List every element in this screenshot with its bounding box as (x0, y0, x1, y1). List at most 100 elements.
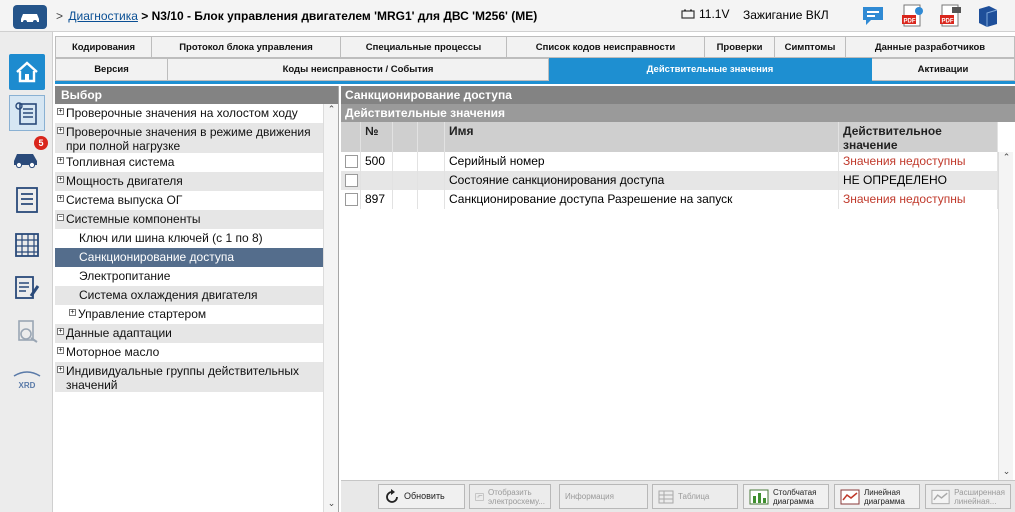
breadcrumb-link-diagnostics[interactable]: Диагностика (68, 9, 138, 23)
cell-empty (418, 152, 445, 171)
tree-item[interactable]: + Управление стартером (55, 305, 323, 324)
tab-fault-codes-events[interactable]: Коды неисправности / События (168, 58, 549, 81)
tree-item[interactable]: Ключ или шина ключей (с 1 по 8) (55, 229, 323, 248)
tree-item-label: Проверочные значения в режиме движения п… (66, 125, 311, 153)
cell-name: Санкционирование доступа Разрешение на з… (445, 190, 839, 209)
extended-line-chart-button[interactable]: Расширенная линейная... (925, 484, 1011, 509)
table-row[interactable]: Состояние санкционирования доступа НЕ ОПР… (341, 171, 998, 190)
selection-scrollbar[interactable]: ⌃ ⌄ (323, 104, 338, 512)
tree-item[interactable]: + Моторное масло (55, 343, 323, 362)
refresh-label: Обновить (404, 491, 445, 501)
breadcrumb: > Диагностика > N3/10 - Блок управления … (56, 9, 537, 23)
vehicle-home-button[interactable] (13, 5, 47, 29)
table-row[interactable]: 897 Санкционирование доступа Разрешение н… (341, 190, 998, 209)
cell-checkbox (341, 152, 361, 171)
refresh-button[interactable]: Обновить (378, 484, 465, 509)
xrd-label: XRD (18, 380, 36, 390)
tree-item-label: Ключ или шина ключей (с 1 по 8) (79, 231, 263, 245)
car-icon (21, 14, 39, 24)
scroll-down-icon[interactable]: ⌄ (999, 466, 1014, 480)
bar-chart-icon (749, 489, 769, 504)
tab-special-procedures[interactable]: Специальные процессы (341, 36, 507, 58)
table-label: Таблица (678, 492, 710, 501)
diagnosis-list-icon (15, 102, 37, 125)
tree-item[interactable]: + Проверочные значения на холостом ходу (55, 104, 323, 123)
help-book-icon[interactable] (973, 2, 1003, 30)
pdf-export-icon[interactable]: PDF (897, 2, 927, 30)
expand-icon[interactable]: + (69, 309, 76, 316)
list-button[interactable] (9, 182, 45, 218)
values-scrollbar[interactable]: ⌃ ⌄ (998, 152, 1013, 480)
expand-icon[interactable]: + (57, 127, 64, 134)
line-chart-button[interactable]: Линейная диаграмма (834, 484, 920, 509)
tree-item[interactable]: + Данные адаптации (55, 324, 323, 343)
row-checkbox[interactable] (345, 193, 358, 206)
expand-icon[interactable]: + (57, 176, 64, 183)
expand-icon[interactable]: + (57, 157, 64, 164)
pdf-print-icon[interactable]: PDF (935, 2, 965, 30)
tab-developer-data[interactable]: Данные разработчиков (846, 36, 1015, 58)
tab-row-1: Кодирования Протокол блока управления Сп… (55, 36, 1015, 58)
diagnosis-button[interactable] (9, 95, 45, 131)
tree-item[interactable]: Система охлаждения двигателя (55, 286, 323, 305)
information-label: Информация (565, 492, 614, 501)
tab-fault-code-list[interactable]: Список кодов неисправности (507, 36, 705, 58)
tab-row-2: Версия Коды неисправности / События Дейс… (55, 58, 1015, 81)
scroll-up-icon[interactable]: ⌃ (324, 104, 339, 118)
scroll-down-icon[interactable]: ⌄ (324, 498, 339, 512)
extended-line-label-2: линейная... (954, 496, 997, 506)
extended-line-label-1: Расширенная (954, 487, 1005, 497)
tree-item[interactable]: Электропитание (55, 267, 323, 286)
documents-button[interactable] (9, 270, 45, 306)
tree-item-label: Электропитание (79, 269, 171, 283)
tree-item-selected[interactable]: Санкционирование доступа (55, 248, 323, 267)
scroll-up-icon[interactable]: ⌃ (999, 152, 1014, 166)
show-schematic-button[interactable]: Отобразить электросхему... (469, 484, 551, 509)
service-button[interactable] (9, 313, 45, 349)
expand-icon[interactable]: + (57, 195, 64, 202)
chat-icon[interactable] (859, 2, 889, 30)
row-checkbox[interactable] (345, 155, 358, 168)
tab-activations[interactable]: Активации (872, 58, 1015, 81)
collapse-icon[interactable]: − (57, 214, 64, 221)
tab-control-unit-log[interactable]: Протокол блока управления (152, 36, 341, 58)
tree-item-label: Проверочные значения на холостом ходу (66, 106, 298, 120)
xrd-button[interactable]: XRD (9, 360, 45, 396)
cell-name: Состояние санкционирования доступа (445, 171, 839, 190)
row-checkbox[interactable] (345, 174, 358, 187)
tree-item[interactable]: + Проверочные значения в режиме движения … (55, 123, 323, 153)
tab-checks[interactable]: Проверки (705, 36, 775, 58)
expand-icon[interactable]: + (57, 328, 64, 335)
page-title: > N3/10 - Блок управления двигателем 'MR… (141, 9, 538, 23)
tree-item-label: Топливная система (66, 155, 175, 169)
information-button[interactable]: Информация (559, 484, 648, 509)
tab-symptoms[interactable]: Симптомы (775, 36, 846, 58)
line-chart-label-2: диаграмма (864, 496, 905, 506)
tree-item-label: Управление стартером (78, 307, 207, 321)
breadcrumb-separator: > (56, 9, 64, 23)
tab-actual-values[interactable]: Действительные значения (549, 58, 872, 81)
bar-chart-button[interactable]: Столбчатая диаграмма (743, 484, 829, 509)
cell-empty (393, 152, 418, 171)
tab-coding[interactable]: Кодирования (55, 36, 152, 58)
tree-item-label: Санкционирование доступа (79, 250, 235, 264)
tab-version[interactable]: Версия (55, 58, 168, 81)
tree-item[interactable]: + Индивидуальные группы действительных зн… (55, 362, 323, 392)
values-panel-subtitle: Действительные значения (341, 104, 1015, 122)
tree-item[interactable]: + Мощность двигателя (55, 172, 323, 191)
home-button[interactable] (9, 54, 45, 90)
table-row[interactable]: 500 Серийный номер Значения недоступны (341, 152, 998, 171)
tree-item[interactable]: − Системные компоненты (55, 210, 323, 229)
column-name: Имя (445, 122, 839, 152)
fault-codes-button[interactable]: 5 (9, 136, 48, 176)
expand-icon[interactable]: + (57, 347, 64, 354)
tree-item[interactable]: + Система выпуска ОГ (55, 191, 323, 210)
table-header: № Имя Действительное значение (341, 122, 998, 152)
battery-icon (681, 9, 695, 19)
grid-button[interactable] (9, 227, 45, 263)
table-view-button[interactable]: Таблица (652, 484, 738, 509)
expand-icon[interactable]: + (57, 366, 64, 373)
expand-icon[interactable]: + (57, 108, 64, 115)
cell-empty (393, 190, 418, 209)
tree-item[interactable]: + Топливная система (55, 153, 323, 172)
